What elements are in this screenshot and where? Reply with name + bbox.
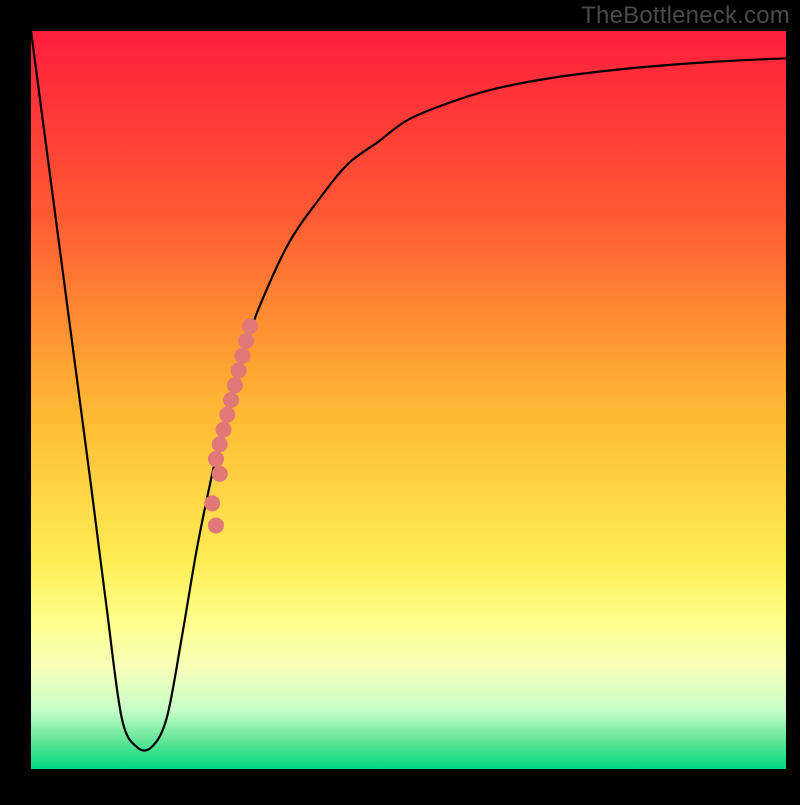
plot-background — [31, 31, 786, 769]
highlight-point — [223, 392, 239, 408]
highlight-point — [234, 348, 250, 364]
highlight-point — [208, 517, 224, 533]
watermark-text: TheBottleneck.com — [581, 2, 790, 30]
highlight-point — [204, 495, 220, 511]
highlight-point — [216, 422, 232, 438]
highlight-point — [219, 407, 235, 423]
highlight-point — [212, 436, 228, 452]
chart-svg — [0, 0, 800, 800]
highlight-point — [231, 362, 247, 378]
highlight-point — [238, 333, 254, 349]
highlight-point — [227, 377, 243, 393]
bottleneck-chart: TheBottleneck.com — [0, 0, 800, 800]
highlight-point — [212, 466, 228, 482]
highlight-point — [242, 318, 258, 334]
highlight-point — [208, 451, 224, 467]
